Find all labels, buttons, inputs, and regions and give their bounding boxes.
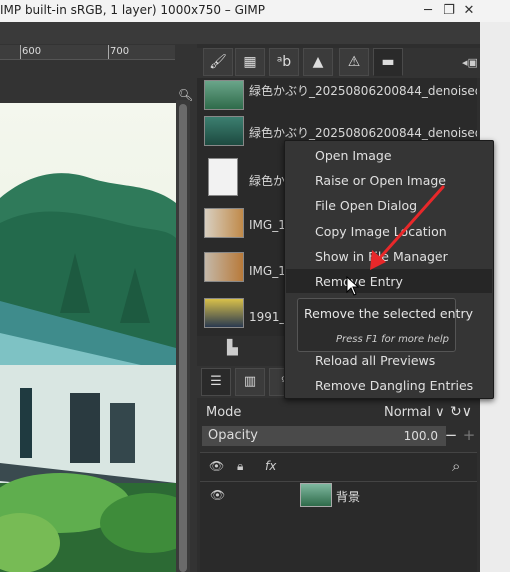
reset-mode-icon[interactable]: ↻∨ [450,404,472,420]
mode-row: Mode Normal ∨ ↻∨ [200,402,477,424]
brush-icon[interactable]: 🖌︎ [203,48,233,76]
layer-thumbnail [300,483,332,507]
tooltip-help: Press F1 for more help [335,334,449,345]
lock-icon[interactable]: 🔒︎ [237,459,243,474]
opacity-slider[interactable]: Opacity 100.0 [202,426,446,446]
grid-icon[interactable]: ▦ [235,48,265,76]
fx-icon[interactable]: fx [265,459,276,473]
menu-item-remove-dangling-entries[interactable]: Remove Dangling Entries [286,373,492,397]
image-name: 緑色か [249,174,286,188]
window-title: IMP built-in sRGB, 1 layer) 1000x750 – G… [0,3,266,17]
menu-item-open-image[interactable]: Open Image [286,143,492,167]
horizontal-ruler[interactable]: 600 700 [0,45,175,60]
image-icon[interactable]: ▬ [373,48,403,76]
mode-value: Normal [384,405,432,420]
image-name: 緑色かぶり_20250806200844_denoised(L) [249,126,477,140]
layers-icon[interactable]: ☰ [201,368,231,396]
image-thumbnail [204,116,244,146]
opacity-decrease-button[interactable]: − [442,426,460,446]
menu-item-label: Copy Image Location [315,224,447,239]
restore-button[interactable]: ❐ [440,2,458,20]
menu-item-label: Remove Dangling Entries [315,378,474,393]
opacity-increase-button[interactable]: + [460,426,478,446]
mode-select[interactable]: Normal ∨ [384,405,445,420]
title-bar: IMP built-in sRGB, 1 layer) 1000x750 – G… [0,0,510,22]
text-icon[interactable]: ᵃb [269,48,299,76]
open-image-icon[interactable]: ▙ [227,340,238,356]
image-thumbnail [204,208,244,238]
image-thumbnail [204,298,244,328]
vertical-scrollbar[interactable] [176,100,190,572]
image-name: 緑色かぶり_20250806200844_denoised(P) [249,84,477,98]
mouse-cursor-icon [346,276,360,296]
context-menu: Open Image Raise or Open Image File Open… [284,140,494,399]
layer-row[interactable]: 👁︎ 背景 [200,482,477,510]
image-name: IMG_1 [249,218,286,232]
menu-item-remove-entry[interactable]: Remove Entry [286,269,492,293]
menu-item-file-open-dialog[interactable]: File Open Dialog [286,193,492,217]
image-name: IMG_1 [249,264,286,278]
eye-icon[interactable]: 👁︎ [209,459,224,473]
layer-name: 背景 [336,490,361,504]
close-button[interactable]: ✕ [460,2,478,20]
layers-header: 👁︎ 🔒︎ fx ⌕ [200,452,477,482]
menu-item-copy-image-location[interactable]: Copy Image Location [286,219,492,243]
menu-item-label: Reload all Previews [315,353,436,368]
menu-item-label: Raise or Open Image [315,173,446,188]
tooltip: Remove the selected entry Press F1 for m… [297,298,473,352]
canvas-image[interactable] [0,103,176,572]
channels-icon[interactable]: ▥ [235,368,265,396]
image-thumbnail [204,80,244,110]
menu-item-label: Open Image [315,148,392,163]
opacity-label: Opacity [208,428,259,443]
histogram-icon[interactable]: ▲ [303,48,333,76]
image-thumbnail [204,252,244,282]
warning-icon[interactable]: ⚠ [339,48,369,76]
ruler-tick-label: 700 [108,45,130,59]
minimize-button[interactable]: ─ [419,2,437,20]
menu-item-raise-or-open-image[interactable]: Raise or Open Image [286,168,492,192]
scrollbar-thumb[interactable] [179,104,187,572]
mode-label: Mode [206,405,242,420]
dock-tab-bar: 🖌︎ ▦ ᵃb ▲ ⚠ ▬ [197,48,480,78]
menu-item-label: Show in File Manager [315,249,448,264]
document-icon [208,158,238,196]
visibility-eye-icon[interactable]: 👁︎ [210,488,225,502]
opacity-value: 100.0 [403,429,438,443]
search-icon[interactable]: ⌕ [452,457,460,475]
image-name: 1991_ [249,310,286,324]
dock-menu-icon[interactable]: ◂▣ [462,56,478,69]
menu-bar [0,22,480,44]
layers-empty-area [200,510,477,572]
tooltip-text: Remove the selected entry [304,306,473,321]
menu-item-label: File Open Dialog [315,198,418,213]
ruler-tick-label: 600 [20,45,42,59]
menu-item-show-in-file-manager[interactable]: Show in File Manager [286,244,492,268]
